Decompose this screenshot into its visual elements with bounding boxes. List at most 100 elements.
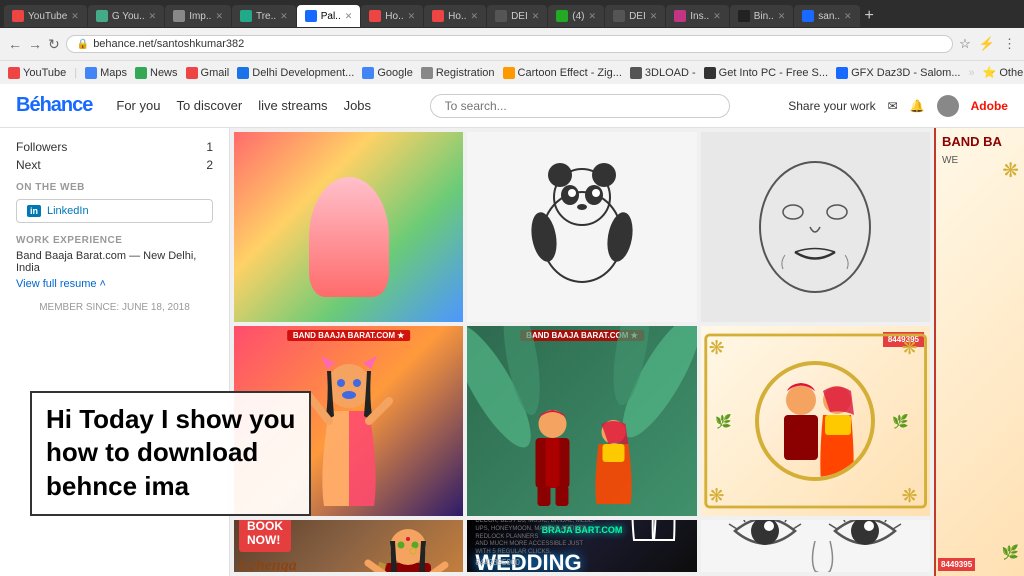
view-resume-link[interactable]: View full resume ˄ <box>16 278 213 290</box>
extensions-icon[interactable]: ⚡ <box>979 36 995 52</box>
tab-instagram[interactable]: Ins.. ✕ <box>666 5 728 27</box>
tab-whatsapp[interactable]: (4) ✕ <box>548 5 604 27</box>
tab-g-youtube[interactable]: G You.. ✕ <box>88 5 164 27</box>
work-exp-label: WORK EXPERIENCE <box>16 235 213 246</box>
tab-youtube[interactable]: YouTube ✕ <box>4 5 87 27</box>
gallery-item-7[interactable]: BridalLehenga BOOKNOW! <box>234 520 463 572</box>
bookmark-star-icon[interactable]: ☆ <box>959 36 971 52</box>
bookmark-favicon <box>237 67 249 79</box>
back-button[interactable]: ← <box>8 36 22 52</box>
linkedin-label: LinkedIn <box>47 205 89 217</box>
svg-text:❋: ❋ <box>708 486 724 507</box>
tab-close[interactable]: ✕ <box>778 11 786 22</box>
next-row: Next 2 <box>16 158 213 172</box>
bookmark-3dload[interactable]: 3DLOAD - <box>630 67 696 79</box>
bookmark-cartoon[interactable]: Cartoon Effect - Zig... <box>503 67 622 79</box>
tab-favicon <box>173 10 185 22</box>
bridal-woman-svg <box>363 525 453 572</box>
tab-close[interactable]: ✕ <box>589 11 597 22</box>
bookmark-favicon <box>704 67 716 79</box>
gallery-item-3[interactable] <box>701 132 930 322</box>
tab-dei1[interactable]: DEI ✕ <box>487 5 547 27</box>
header-search <box>430 94 730 118</box>
tab-imp[interactable]: Imp.. ✕ <box>165 5 231 27</box>
tab-close[interactable]: ✕ <box>149 11 157 22</box>
tab-close[interactable]: ✕ <box>650 11 658 22</box>
couple-logo <box>622 520 682 542</box>
tab-santosh[interactable]: san.. ✕ <box>794 5 859 27</box>
tab-close[interactable]: ✕ <box>844 11 852 22</box>
gallery-item-1[interactable] <box>234 132 463 322</box>
reload-button[interactable]: ↻ <box>48 36 60 53</box>
bookmark-youtube[interactable]: YouTube <box>8 67 66 79</box>
bookmark-gmail[interactable]: Gmail <box>186 67 230 79</box>
bookmark-getintopc[interactable]: Get Into PC - Free S... <box>704 67 828 79</box>
bookmark-other[interactable]: ⭐ Other bookmarks <box>983 66 1024 79</box>
gallery-item-9[interactable] <box>701 520 930 572</box>
tab-bing[interactable]: Bin.. ✕ <box>730 5 794 27</box>
phone-right: 8449395 <box>938 558 975 571</box>
svg-text:🌿: 🌿 <box>892 413 909 429</box>
bookmark-delhi[interactable]: Delhi Development... <box>237 67 354 79</box>
tab-dei2[interactable]: DEI ✕ <box>605 5 665 27</box>
book-now-button[interactable]: BOOKNOW! <box>239 520 291 552</box>
tab-favicon <box>556 10 568 22</box>
forward-button[interactable]: → <box>28 36 42 52</box>
tab-close[interactable]: ✕ <box>280 11 288 22</box>
tab-behance[interactable]: Pal.. ✕ <box>297 5 361 27</box>
cat-girl-svg <box>299 351 399 511</box>
nav-live-streams[interactable]: live streams <box>258 98 327 113</box>
bookmark-google[interactable]: Google <box>362 67 412 79</box>
band-baaja-badge-4: BAND BAAJA BARAT.COM ★ <box>287 330 411 341</box>
bookmark-gfx[interactable]: GFX Daz3D - Salom... <box>836 67 960 79</box>
overlay-line1: Hi Today I show you <box>46 404 295 434</box>
tab-ho2[interactable]: Ho.. ✕ <box>424 5 486 27</box>
linkedin-button[interactable]: in LinkedIn <box>16 199 213 223</box>
tab-close[interactable]: ✕ <box>215 11 223 22</box>
tab-close[interactable]: ✕ <box>713 11 721 22</box>
adobe-logo: Adobе <box>971 99 1008 113</box>
tab-tre[interactable]: Tre.. ✕ <box>232 5 296 27</box>
on-the-web-label: ON THE WEB <box>16 182 213 193</box>
alert-icon[interactable]: 🔔 <box>910 99 925 113</box>
tab-ho1[interactable]: Ho.. ✕ <box>361 5 423 27</box>
tab-close[interactable]: ✕ <box>71 11 79 22</box>
nav-jobs[interactable]: Jobs <box>344 98 371 113</box>
behance-header: Béhance For you To discover live streams… <box>0 84 1024 128</box>
tab-favicon <box>369 10 381 22</box>
bookmark-favicon <box>421 67 433 79</box>
bookmark-favicon <box>362 67 374 79</box>
bookmark-favicon <box>503 67 515 79</box>
user-avatar[interactable] <box>937 95 959 117</box>
search-input[interactable] <box>430 94 730 118</box>
tab-close[interactable]: ✕ <box>471 11 479 22</box>
tab-close[interactable]: ✕ <box>408 11 416 22</box>
next-label: Next <box>16 158 41 172</box>
notification-icon[interactable]: ✉ <box>888 99 898 113</box>
bookmark-news[interactable]: News <box>135 67 178 79</box>
bookmark-registration[interactable]: Registration <box>421 67 495 79</box>
bookmark-maps[interactable]: Maps <box>85 67 127 79</box>
nav-bar: ← → ↻ 🔒 behance.net/santoshkumar382 ☆ ⚡ … <box>0 28 1024 60</box>
bookmark-favicon <box>630 67 642 79</box>
gallery-item-8[interactable]: BRAJA BART.COM WEDDINGSOLUTION 844939590… <box>467 520 696 572</box>
nav-for-you[interactable]: For you <box>116 98 160 113</box>
tab-favicon <box>738 10 750 22</box>
gallery-item-2[interactable] <box>467 132 696 322</box>
nav-to-discover[interactable]: To discover <box>176 98 242 113</box>
svg-text:🌿: 🌿 <box>715 413 732 429</box>
followers-count: 1 <box>206 140 213 154</box>
tab-favicon <box>802 10 814 22</box>
tab-close[interactable]: ✕ <box>345 11 353 22</box>
address-bar[interactable]: 🔒 behance.net/santoshkumar382 <box>66 35 953 53</box>
gold-branch: 🌿 <box>1002 544 1019 561</box>
menu-icon[interactable]: ⋮ <box>1003 36 1016 52</box>
linkedin-icon: in <box>27 205 41 217</box>
bookmark-favicon <box>836 67 848 79</box>
gallery-item-6[interactable]: 8449395 ❋ ❋ ❋ ❋ 🌿 🌿 <box>701 326 930 516</box>
band-ba-right-panel: BAND BA WE ❋ 🌿 8449395 <box>934 128 1024 576</box>
new-tab-button[interactable]: + <box>865 7 874 25</box>
gallery-item-5[interactable]: BAND BAAJA BARAT.COM ★ <box>467 326 696 516</box>
share-work-button[interactable]: Share your work <box>788 99 875 113</box>
tab-close[interactable]: ✕ <box>532 11 540 22</box>
